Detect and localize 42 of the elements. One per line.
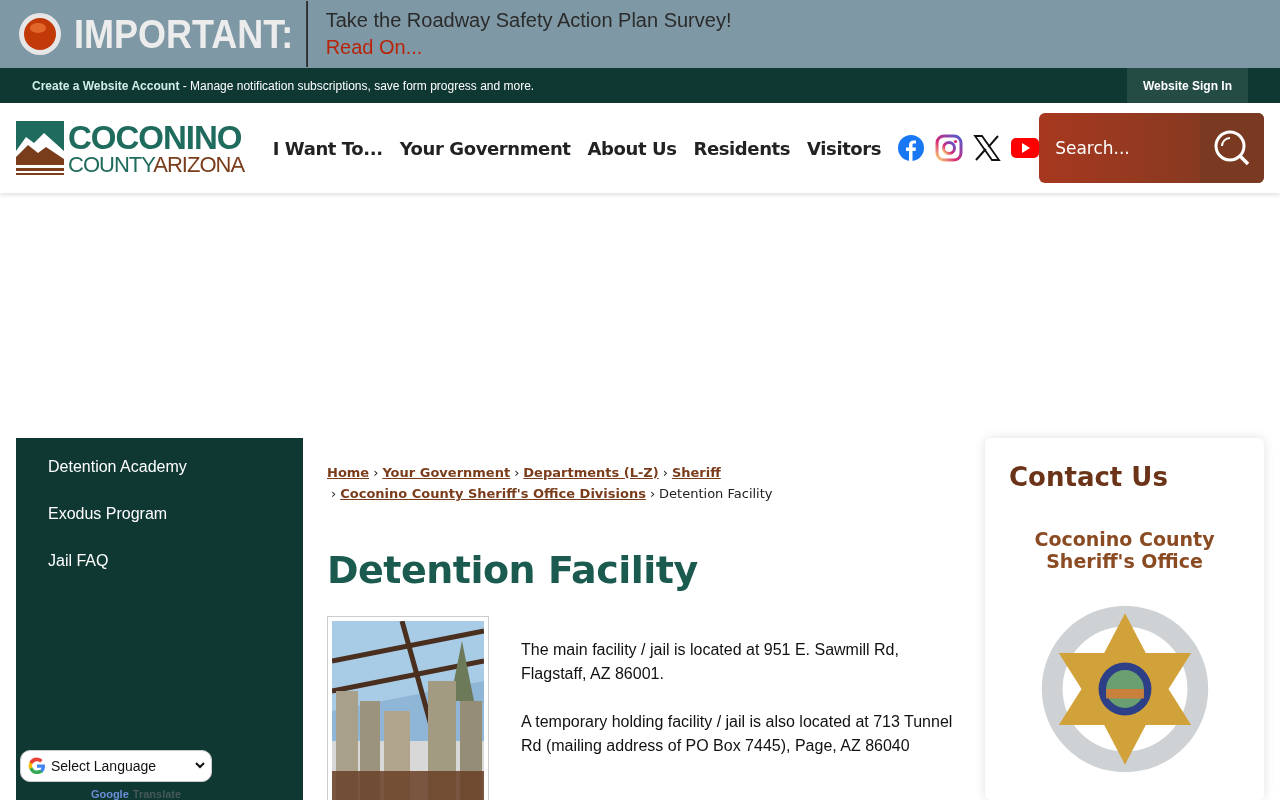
breadcrumb-separator: › (662, 465, 668, 480)
alert-icon (18, 12, 62, 56)
breadcrumb-link[interactable]: Departments (L-Z) (523, 465, 659, 480)
breadcrumb-separator: › (331, 486, 337, 501)
search-button[interactable] (1200, 113, 1264, 183)
account-message: Create a Website Account - Manage notification subscriptions, save form progress and more. (32, 78, 536, 93)
chevron-down-icon (195, 762, 205, 770)
sidebar-link[interactable]: Detention Academy (48, 458, 271, 476)
office-name: Coconino County Sheriff's Office (1033, 528, 1216, 572)
nav-link[interactable]: Your Government (399, 137, 571, 159)
body-paragraph: The main facility / jail is located at 951 E. Sawmill Rd, Flagstaff, AZ 86001. (521, 640, 900, 684)
youtube-icon[interactable] (1011, 138, 1040, 158)
breadcrumb-separator: › (649, 486, 656, 501)
logo-wordmark[interactable]: COCONINO COUNTYARIZONA (68, 120, 245, 176)
x-icon[interactable] (973, 134, 1002, 162)
sidebar-link[interactable]: Exodus Program (48, 505, 271, 523)
sign-in-button[interactable]: Website Sign In (1126, 68, 1248, 103)
nav-link[interactable]: About Us (587, 137, 677, 159)
breadcrumb-link[interactable]: Sheriff (671, 465, 721, 480)
nav-link[interactable]: I Want To... (272, 137, 383, 159)
breadcrumb-link[interactable]: Coconino County Sheriff's Office Divisions (340, 486, 646, 501)
breadcrumb-link[interactable]: Your Government (382, 465, 511, 480)
facebook-icon[interactable] (897, 134, 926, 162)
mountain-logo-icon (16, 121, 64, 175)
contact-title: Contact Us (1009, 462, 1168, 492)
breadcrumb-link[interactable]: Home (327, 465, 370, 480)
alert-message: Take the Roadway Safety Action Plan Survey! (325, 8, 732, 33)
search-icon (1212, 128, 1252, 168)
nav-link[interactable]: Residents (693, 137, 791, 159)
google-brand-text: Google (90, 788, 129, 800)
nav-link[interactable]: Visitors (807, 137, 882, 159)
breadcrumb-separator: › (373, 465, 379, 480)
page-title: Detention Facility (327, 548, 699, 592)
body-paragraph: A temporary holding facility / jail is also located at 713 Tunnel Rd (mailing address of PO Box 7445), Page, AZ 86040 (521, 712, 954, 756)
language-select[interactable]: Select Language (20, 750, 212, 782)
instagram-icon[interactable] (935, 134, 964, 162)
sidebar-link[interactable]: Jail FAQ (48, 552, 271, 570)
search-field[interactable]: Search... (1039, 137, 1200, 159)
google-icon (27, 756, 47, 776)
breadcrumb-current: Detention Facility (659, 486, 773, 501)
create-account-link[interactable]: Create a Website Account (32, 78, 180, 93)
breadcrumb-separator: › (514, 465, 520, 480)
